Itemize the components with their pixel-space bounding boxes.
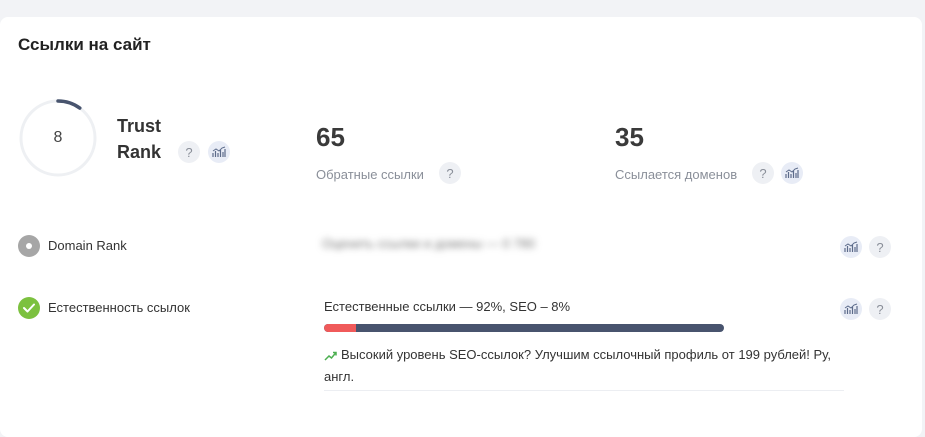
domains-label: Ссылается доменов (615, 167, 738, 182)
domains-value: 35 (615, 122, 644, 152)
backlinks-label: Обратные ссылки (316, 167, 424, 182)
section-title: Ссылки на сайт (18, 35, 151, 54)
help-icon[interactable]: ? (869, 236, 891, 258)
chart-icon[interactable] (840, 298, 862, 320)
help-icon[interactable]: ? (752, 162, 774, 184)
help-icon[interactable]: ? (178, 141, 200, 163)
seo-share-fill (324, 324, 356, 332)
naturalness-summary: Естественные ссылки — 92%, SEO – 8% (324, 299, 571, 314)
naturalness-label: Естественность ссылок (48, 300, 190, 315)
trust-rank-label: Trust Rank (117, 116, 162, 162)
chart-icon[interactable] (208, 141, 230, 163)
domain-rank-blurred-value: Оценить ссылки и домены — 0 780 (322, 236, 536, 251)
domain-rank-label: Domain Rank (48, 238, 127, 253)
naturalness-bar (324, 324, 724, 332)
help-icon[interactable]: ? (439, 162, 461, 184)
trend-up-icon (324, 351, 337, 361)
backlinks-value: 65 (316, 122, 345, 152)
chart-icon[interactable] (840, 236, 862, 258)
chart-icon[interactable] (781, 162, 803, 184)
neutral-status-icon (18, 235, 40, 257)
check-icon (18, 297, 40, 319)
seo-promo-note[interactable]: Высокий уровень SEO-ссылок? Улучшим ссыл… (324, 344, 844, 391)
trust-rank-value: 8 (53, 129, 63, 146)
help-icon[interactable]: ? (869, 298, 891, 320)
